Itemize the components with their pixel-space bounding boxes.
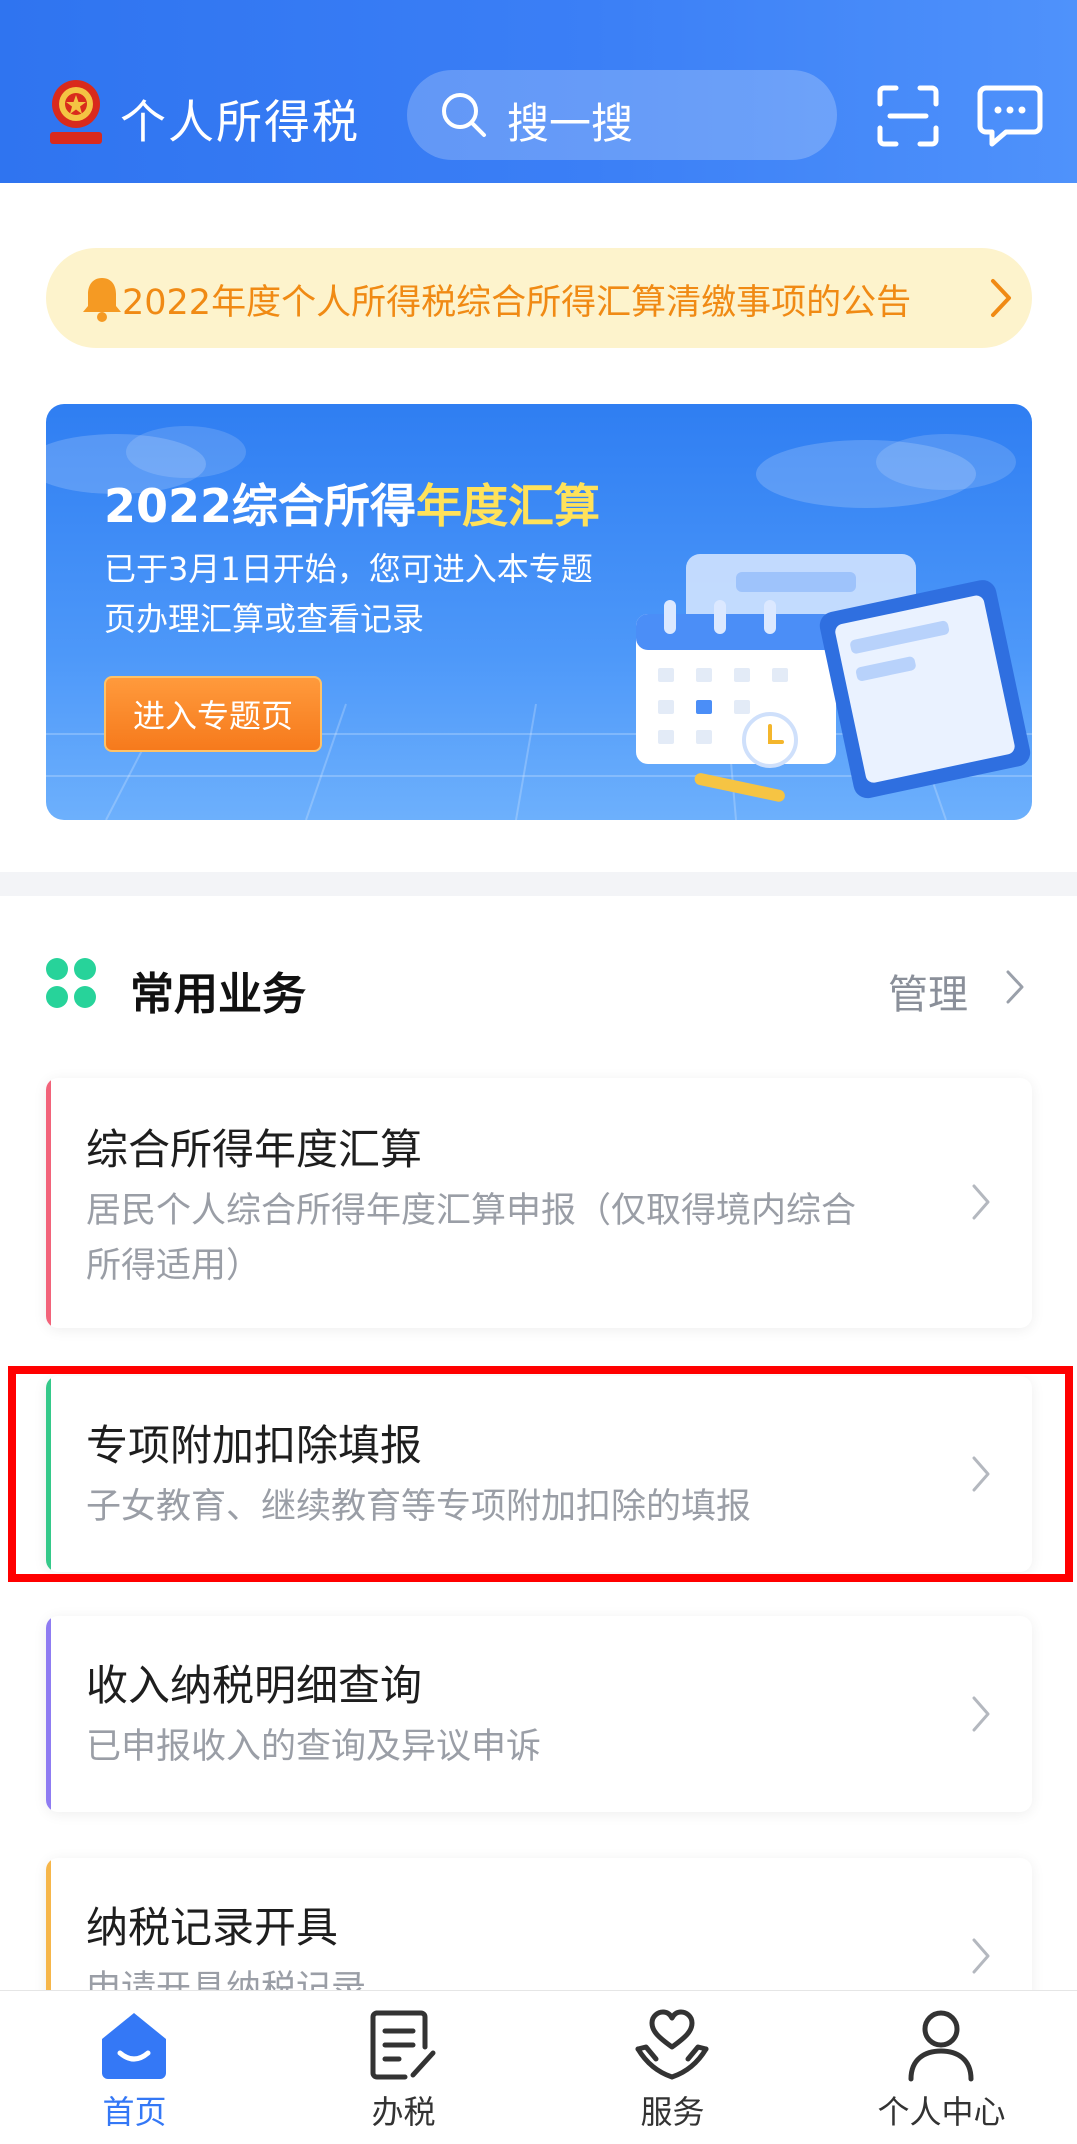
chevron-right-icon[interactable] — [1006, 970, 1024, 1004]
bottom-tab-bar: 首页 办税 服务 个人中心 — [0, 1990, 1077, 2144]
service-card-annual-settlement[interactable]: 综合所得年度汇算 居民个人综合所得年度汇算申报（仅取得境内综合 所得适用） — [46, 1078, 1032, 1328]
service-card-income-tax-details[interactable]: 收入纳税明细查询 已申报收入的查询及异议申诉 — [46, 1616, 1032, 1812]
top-header: 个人所得税 搜一搜 — [0, 0, 1077, 183]
banner-title: 2022综合所得年度汇算 — [104, 470, 600, 536]
tab-label: 个人中心 — [877, 2093, 1006, 2131]
card-desc-line-1: 居民个人综合所得年度汇算申报（仅取得境内综合 — [86, 1191, 857, 1231]
tab-tax-handling[interactable]: 办税 — [269, 1991, 538, 2144]
card-title: 综合所得年度汇算 — [86, 1125, 423, 1174]
scan-icon[interactable] — [876, 84, 940, 148]
card-description: 已申报收入的查询及异议申诉 — [86, 1727, 542, 1767]
grid-four-dots-icon — [46, 958, 96, 1008]
tab-services[interactable]: 服务 — [538, 1991, 807, 2144]
tab-personal-center[interactable]: 个人中心 — [807, 1991, 1076, 2144]
chevron-right-icon — [991, 279, 1011, 317]
search-icon — [442, 93, 486, 137]
national-emblem-icon — [50, 80, 102, 144]
card-desc-line-2: 所得适用） — [86, 1246, 262, 1286]
search-bar[interactable]: 搜一搜 — [407, 70, 837, 160]
card-accent-stripe — [46, 1078, 51, 1328]
enter-topic-page-button[interactable]: 进入专题页 — [104, 676, 322, 752]
person-icon — [908, 2010, 974, 2082]
banner-title-prefix: 2022综合所得 — [104, 479, 417, 533]
section-title: 常用业务 — [130, 969, 306, 1020]
chevron-right-icon — [972, 1696, 990, 1732]
tab-label: 办税 — [371, 2093, 436, 2131]
chevron-right-icon — [972, 1938, 990, 1974]
banner-desc-line-1: 已于3月1日开始，您可进入本专题 — [104, 550, 593, 588]
card-title: 纳税记录开具 — [86, 1903, 339, 1952]
banner-description: 已于3月1日开始，您可进入本专题 页办理汇算或查看记录 — [104, 544, 664, 644]
section-divider — [0, 872, 1077, 896]
tab-home[interactable]: 首页 — [0, 1991, 269, 2144]
tab-label: 首页 — [102, 2093, 167, 2131]
banner-desc-line-2: 页办理汇算或查看记录 — [104, 600, 425, 638]
heart-hands-icon — [635, 2009, 709, 2080]
card-description: 居民个人综合所得年度汇算申报（仅取得境内综合 所得适用） — [86, 1184, 976, 1294]
highlight-box — [8, 1366, 1073, 1582]
message-icon[interactable] — [976, 84, 1044, 148]
card-accent-stripe — [46, 1616, 51, 1812]
card-title: 收入纳税明细查询 — [86, 1661, 423, 1710]
tab-label: 服务 — [640, 2093, 705, 2131]
banner-title-highlight: 年度汇算 — [416, 479, 601, 533]
chevron-right-icon — [972, 1184, 990, 1220]
document-edit-icon — [370, 2010, 436, 2080]
home-icon — [102, 2013, 166, 2079]
search-placeholder: 搜一搜 — [507, 99, 634, 148]
manage-link[interactable]: 管理 — [888, 962, 968, 1020]
annual-settlement-banner[interactable]: 2022综合所得年度汇算 已于3月1日开始，您可进入本专题 页办理汇算或查看记录… — [46, 404, 1032, 820]
announcement-bar[interactable]: 2022年度个人所得税综合所得汇算清缴事项的公告 — [46, 248, 1032, 348]
app-title: 个人所得税 — [120, 95, 360, 149]
bell-icon — [83, 278, 121, 322]
announcement-text: 2022年度个人所得税综合所得汇算清缴事项的公告 — [122, 283, 912, 323]
